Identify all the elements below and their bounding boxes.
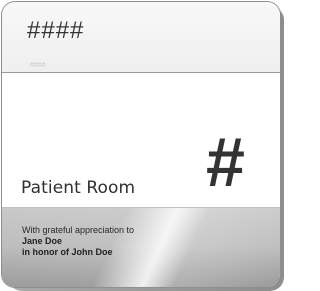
signage-canvas: #### #### Patient Room # With grateful a…: [0, 0, 284, 291]
honoree-line: in honor of John Doe: [22, 247, 113, 257]
donor-recognition-panel: With grateful appreciation to Jane Doe i…: [2, 207, 280, 287]
patient-room-sign: #### #### Patient Room # With grateful a…: [2, 2, 280, 287]
top-code-panel: #### ####: [2, 2, 280, 73]
donor-appreciation-line: With grateful appreciation to: [22, 225, 135, 235]
top-code: ####: [27, 17, 85, 44]
room-label: Patient Room: [21, 178, 136, 198]
room-number: #: [206, 123, 245, 201]
donor-name-line: Jane Doe: [22, 236, 63, 246]
small-code: ####: [30, 62, 46, 69]
